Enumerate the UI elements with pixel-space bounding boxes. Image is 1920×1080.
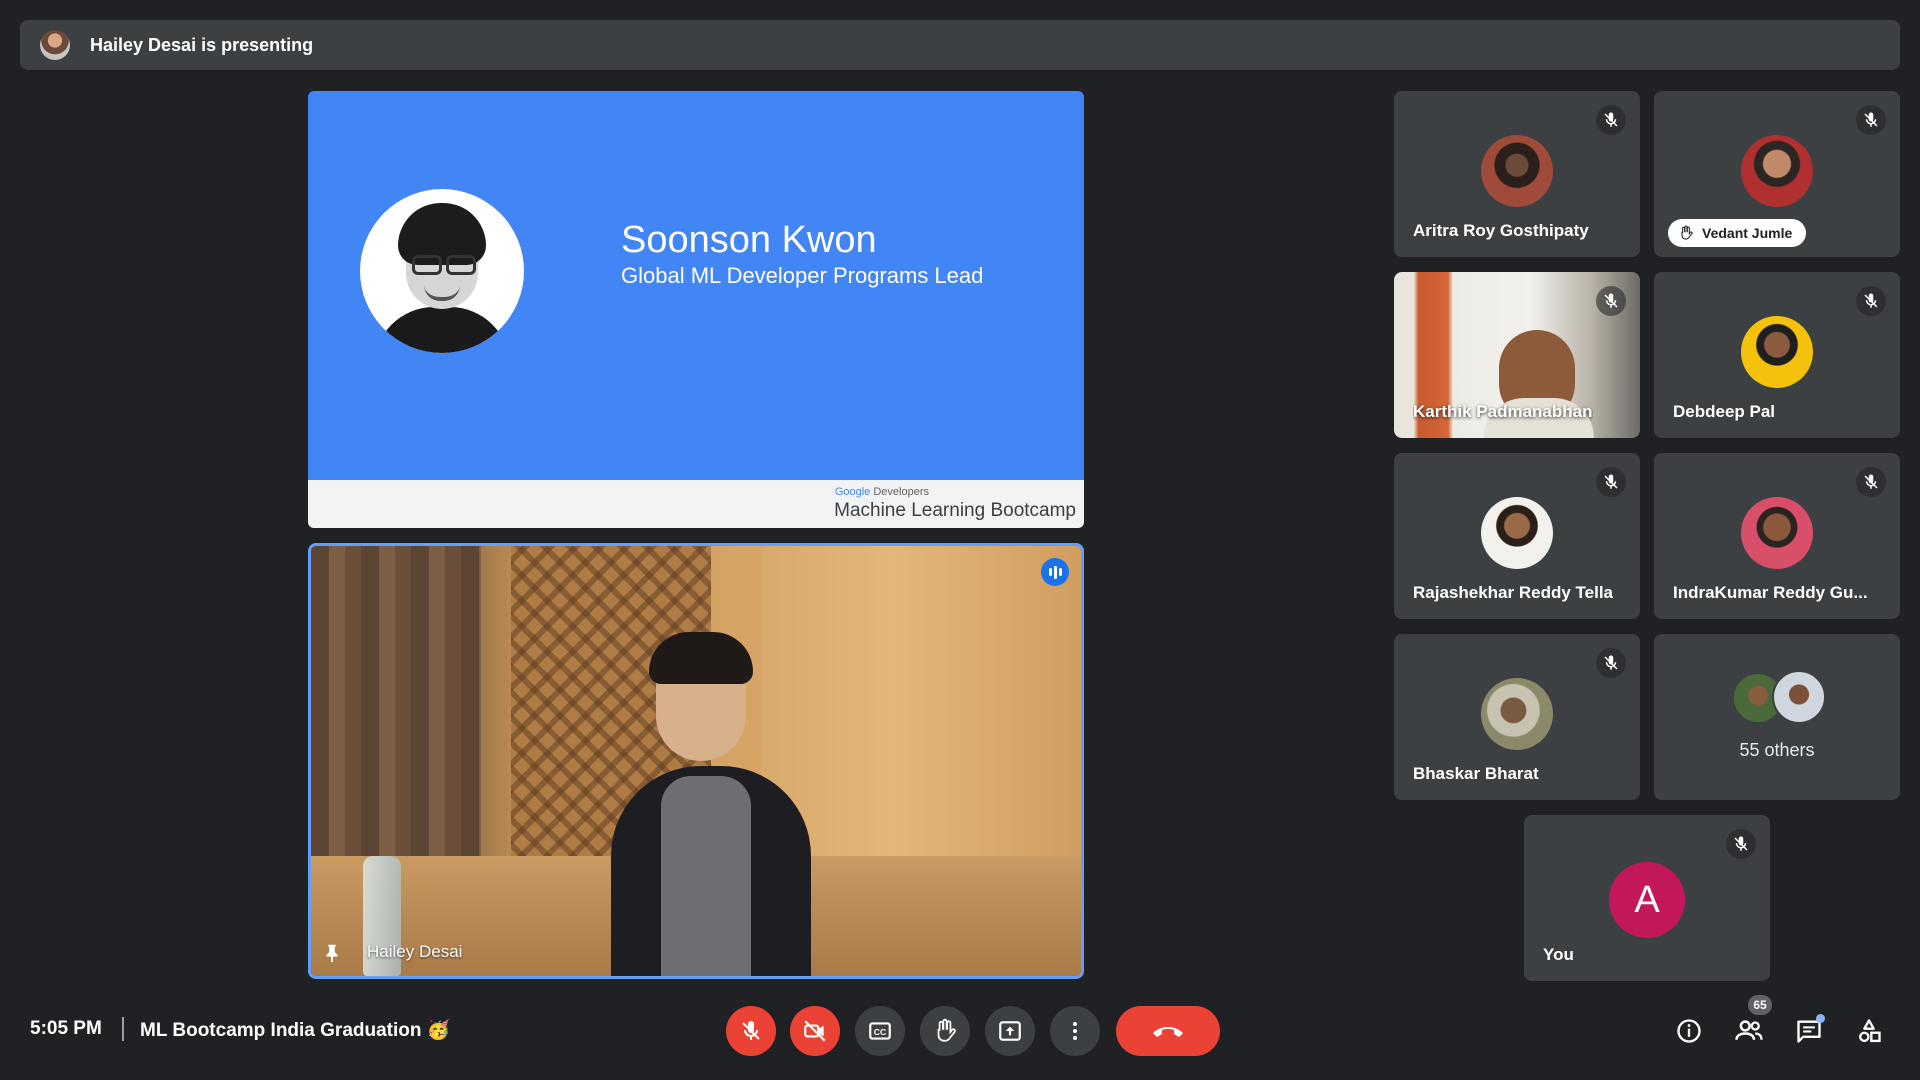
presentation-slide: Soonson Kwon Global ML Developer Program… — [308, 91, 1084, 528]
people-button[interactable] — [1734, 1016, 1764, 1046]
people-icon — [1735, 1020, 1763, 1040]
participant-name: IndraKumar Reddy Gu... — [1673, 583, 1868, 602]
clock-time: 5:05 PM — [30, 1018, 102, 1039]
participant-avatar — [1741, 316, 1813, 388]
participant-name: Karthik Padmanabhan — [1413, 402, 1593, 421]
activities-button[interactable] — [1854, 1016, 1884, 1046]
participant-name: Bhaskar Bharat — [1413, 764, 1539, 783]
participant-tile[interactable]: Debdeep Pal — [1654, 272, 1900, 438]
mic-off-icon — [1596, 467, 1626, 497]
others-tile[interactable]: 55 others — [1654, 634, 1900, 800]
raise-hand-icon — [1681, 225, 1693, 240]
mic-off-icon — [1596, 105, 1626, 135]
party-emoji-icon: 🥳 — [426, 1020, 451, 1041]
participant-avatar — [1741, 497, 1813, 569]
raise-hand-button[interactable] — [920, 1006, 970, 1056]
end-call-button[interactable] — [1116, 1006, 1220, 1056]
slide-speaker-name: Soonson Kwon — [621, 219, 877, 261]
captions-icon: CC — [869, 1022, 891, 1040]
participant-tile[interactable]: Rajashekhar Reddy Tella — [1394, 453, 1640, 619]
participant-avatar — [1741, 135, 1813, 207]
slide-speaker-role: Global ML Developer Programs Lead — [621, 263, 984, 288]
captions-button[interactable]: CC — [855, 1006, 905, 1056]
others-count-label: 55 others — [1739, 740, 1815, 760]
participant-tile[interactable]: IndraKumar Reddy Gu... — [1654, 453, 1900, 619]
participant-name: Debdeep Pal — [1673, 402, 1776, 421]
participant-tile[interactable]: Vedant Jumle — [1654, 91, 1900, 257]
participant-name: Rajashekhar Reddy Tella — [1413, 583, 1613, 602]
self-tile[interactable]: A You — [1524, 815, 1770, 981]
divider — [122, 1017, 124, 1041]
speaker-portrait — [360, 189, 524, 353]
google-developers-logo: Google Developers — [834, 486, 929, 498]
mic-off-icon — [1596, 648, 1626, 678]
participant-video-tile[interactable]: Karthik Padmanabhan — [1394, 272, 1640, 438]
mic-toggle-button[interactable] — [726, 1006, 776, 1056]
present-now-button[interactable] — [985, 1006, 1035, 1056]
self-avatar: A — [1609, 862, 1685, 938]
participant-tile[interactable]: Bhaskar Bharat — [1394, 634, 1640, 800]
participant-name: Vedant Jumle — [1702, 225, 1793, 241]
participant-name: Aritra Roy Gosthipaty — [1413, 221, 1589, 240]
speaking-indicator-icon — [1041, 558, 1069, 586]
raise-hand-icon — [937, 1018, 956, 1042]
more-options-button[interactable] — [1050, 1006, 1100, 1056]
presenter-avatar — [40, 30, 70, 60]
pin-icon[interactable] — [321, 942, 343, 964]
self-name: You — [1543, 945, 1574, 964]
mic-off-icon — [1856, 105, 1886, 135]
videocam-off-icon — [804, 1020, 826, 1042]
speaker-name-label: Hailey Desai — [367, 942, 463, 961]
people-count-badge: 65 — [1748, 995, 1772, 1015]
presenting-text: Hailey Desai is presenting — [90, 34, 314, 55]
participant-avatar — [1481, 497, 1553, 569]
participant-avatar — [1481, 135, 1553, 207]
meeting-title: ML Bootcamp India Graduation 🥳 — [140, 1020, 451, 1041]
mic-off-icon — [742, 1021, 760, 1040]
present-screen-icon — [999, 1021, 1021, 1041]
camera-toggle-button[interactable] — [790, 1006, 840, 1056]
end-call-icon — [1153, 1027, 1183, 1037]
chat-notification-dot — [1816, 1014, 1825, 1023]
raised-hand-pill: Vedant Jumle — [1668, 219, 1807, 247]
activities-icon — [1859, 1019, 1881, 1043]
bottom-control-bar: 5:05 PM ML Bootcamp India Graduation 🥳 C… — [0, 990, 1920, 1070]
presenting-banner: Hailey Desai is presenting — [20, 20, 1900, 70]
participant-tile[interactable]: Aritra Roy Gosthipaty — [1394, 91, 1640, 257]
mic-off-icon — [1726, 829, 1756, 859]
info-icon — [1677, 1019, 1701, 1043]
speaker-video-tile[interactable]: Hailey Desai — [308, 543, 1084, 979]
participant-avatar — [1481, 678, 1553, 750]
mic-off-icon — [1856, 286, 1886, 316]
slide-footer-title: Machine Learning Bootcamp — [834, 500, 1076, 521]
slide-footer: Google Developers Machine Learning Bootc… — [308, 480, 1084, 528]
mic-off-icon — [1856, 467, 1886, 497]
svg-text:CC: CC — [874, 1027, 887, 1037]
others-avatar — [1772, 670, 1826, 724]
meeting-details-button[interactable] — [1674, 1016, 1704, 1046]
more-options-icon — [1073, 1022, 1077, 1040]
mic-off-icon — [1596, 286, 1626, 316]
